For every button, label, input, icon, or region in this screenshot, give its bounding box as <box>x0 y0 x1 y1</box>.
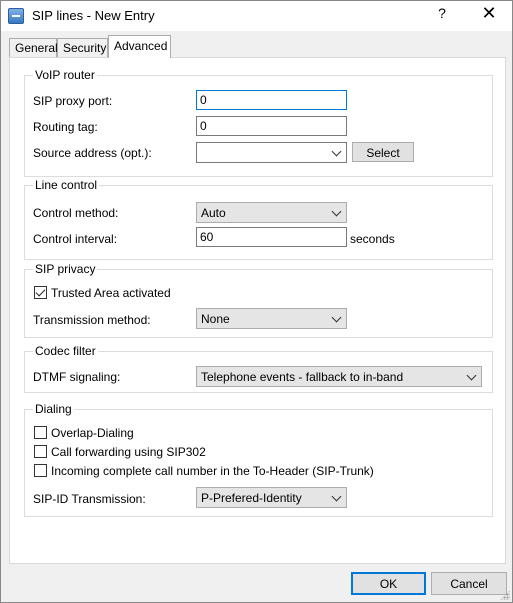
tab-security[interactable]: Security <box>57 38 108 57</box>
close-button[interactable]: ✕ <box>478 3 500 24</box>
chevron-down-icon <box>466 370 477 381</box>
control-interval-label: Control interval: <box>33 232 118 246</box>
source-address-label: Source address (opt.): <box>33 146 152 160</box>
window-title: SIP lines - New Entry <box>32 8 155 23</box>
dtmf-signaling-value: Telephone events - fallback to in-band <box>201 370 404 384</box>
control-interval-input[interactable]: 60 <box>196 227 347 247</box>
call-forwarding-checkbox[interactable] <box>34 445 47 458</box>
title-bar[interactable]: SIP lines - New Entry ? ✕ <box>1 1 512 31</box>
advanced-panel: VoIP router SIP proxy port: 0 Routing ta… <box>9 57 506 564</box>
dialing-group-label: Dialing <box>33 402 74 416</box>
routing-tag-input[interactable]: 0 <box>196 116 347 136</box>
chevron-down-icon <box>331 312 342 323</box>
routing-tag-label: Routing tag: <box>33 120 98 134</box>
ok-button[interactable]: OK <box>351 572 426 595</box>
cancel-button[interactable]: Cancel <box>431 572 507 595</box>
chevron-down-icon <box>331 491 342 502</box>
incoming-complete-checkbox[interactable] <box>34 464 47 477</box>
app-icon <box>8 8 24 24</box>
incoming-complete-label[interactable]: Incoming complete call number in the To-… <box>51 464 374 478</box>
dtmf-signaling-select[interactable]: Telephone events - fallback to in-band <box>196 366 482 387</box>
control-interval-unit: seconds <box>350 232 395 246</box>
line-control-group-label: Line control <box>33 178 100 192</box>
transmission-method-label: Transmission method: <box>33 313 151 327</box>
tab-general[interactable]: General <box>9 38 58 57</box>
codec-filter-group-label: Codec filter <box>33 344 98 358</box>
dtmf-signaling-label: DTMF signaling: <box>33 370 121 384</box>
control-method-label: Control method: <box>33 206 119 220</box>
trusted-area-label[interactable]: Trusted Area activated <box>51 286 171 300</box>
overlap-dialing-checkbox[interactable] <box>34 426 47 439</box>
select-button[interactable]: Select <box>352 142 414 162</box>
sip-proxy-port-label: SIP proxy port: <box>33 94 113 108</box>
chevron-down-icon <box>331 206 342 217</box>
control-method-value: Auto <box>201 206 226 220</box>
sip-id-transmission-select[interactable]: P-Prefered-Identity <box>196 487 347 508</box>
trusted-area-checkbox[interactable] <box>34 286 47 299</box>
sip-proxy-port-input[interactable]: 0 <box>196 90 347 110</box>
help-button[interactable]: ? <box>432 5 452 21</box>
sip-id-transmission-label: SIP-ID Transmission: <box>33 492 146 506</box>
overlap-dialing-label[interactable]: Overlap-Dialing <box>51 426 134 440</box>
control-method-select[interactable]: Auto <box>196 202 347 223</box>
chevron-down-icon <box>331 146 342 157</box>
tab-advanced[interactable]: Advanced <box>108 35 171 58</box>
call-forwarding-label[interactable]: Call forwarding using SIP302 <box>51 445 206 459</box>
sip-privacy-group-label: SIP privacy <box>33 262 98 276</box>
transmission-method-value: None <box>201 312 230 326</box>
transmission-method-select[interactable]: None <box>196 308 347 329</box>
source-address-combo[interactable] <box>196 142 347 163</box>
dialog-window: SIP lines - New Entry ? ✕ General Securi… <box>0 0 513 603</box>
sip-id-transmission-value: P-Prefered-Identity <box>201 491 302 505</box>
voip-router-group-label: VoIP router <box>33 68 97 82</box>
